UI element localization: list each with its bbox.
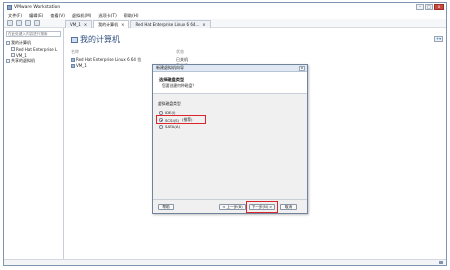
tab-close-icon[interactable]: × [121,22,124,27]
radio-sata[interactable]: SATA(A) [159,124,180,129]
menu-file[interactable]: 文件(F) [8,13,22,19]
add-vm-button[interactable]: +▾ [434,36,443,42]
tab-vm1[interactable]: VM_1 × [65,20,93,28]
dialog-header: 选择磁盘类型 您要创建何种磁盘？ [153,72,307,94]
vm-icon [71,58,75,62]
tab-label: 我的计算机 [98,21,119,27]
radio-button[interactable] [159,110,163,115]
tab-my-computer[interactable]: 我的计算机 × [93,20,130,28]
tab-strip: VM_1 × 我的计算机 × Red Hat Enterprise Linux … [65,20,212,28]
next-highlight-box [246,201,278,213]
status-bar [4,259,446,265]
tree-item-label: 共享的虚拟机 [11,58,35,63]
tab-label: VM_1 [70,22,81,27]
message-icon[interactable] [439,261,443,264]
tree-item-label: VM_1 [16,52,27,58]
fullscreen-icon[interactable] [34,20,40,26]
dialog-footer: 帮助 < 上一步(B) 下一步(N) > 取消 [153,199,307,213]
dialog-body: 虚拟磁盘类型 IDE(I) SCSI(S) (推荐) SATA(A) [153,94,307,201]
dialog-subheading: 您要创建何种磁盘？ [162,83,197,88]
dialog-title-bar: 新建虚拟机向导 [153,65,307,72]
vmware-window: VMware Workstation – □ x 文件(F) 编辑(E) 查看(… [3,2,447,266]
vm-icon [11,53,15,57]
vm-list-row[interactable]: VM_1 [71,63,87,68]
menu-tabs[interactable]: 选项卡(T) [98,13,116,19]
computer-icon [71,36,78,43]
maximize-button[interactable]: □ [425,4,433,10]
menu-help[interactable]: 帮助(H) [124,13,139,19]
vmware-app-icon [7,5,12,10]
menu-edit[interactable]: 编辑(E) [29,13,43,19]
new-vm-wizard-dialog: 新建虚拟机向导 x 选择磁盘类型 您要创建何种磁盘？ 虚拟磁盘类型 IDE(I)… [152,64,308,214]
disk-type-group-label: 虚拟磁盘类型 [158,101,181,106]
vm-tree: 我的计算机 Red Hat Enterprise L VM_1 共享的虚拟机 [6,40,57,64]
computer-icon [6,41,10,45]
radio-label: SATA(A) [165,124,180,129]
menu-vm[interactable]: 虚拟机(M) [72,13,91,19]
column-header-state[interactable]: 状态 [176,49,184,55]
cancel-button[interactable]: 取消 [280,204,297,210]
vm-icon [11,47,15,51]
menu-bar: 文件(F) 编辑(E) 查看(V) 虚拟机(M) 选项卡(T) 帮助(H) [4,12,446,19]
menu-view[interactable]: 查看(V) [50,13,65,19]
library-sidebar: 我的计算机 Red Hat Enterprise L VM_1 共享的虚拟机 [4,28,64,261]
close-button[interactable]: x [434,4,444,10]
tab-redhat[interactable]: Red Hat Enterprise Linux 6 64... × [130,20,211,28]
tree-item-label: Red Hat Enterprise L [16,46,58,52]
vm-name: VM_1 [76,63,87,68]
power-on-icon[interactable] [7,20,13,26]
back-button[interactable]: < 上一步(B) [219,204,246,210]
page-title-text: 我的计算机 [80,35,120,44]
library-search-input[interactable] [6,31,61,37]
window-title: VMware Workstation [14,5,61,10]
radio-button[interactable] [159,124,163,129]
snapshot-icon[interactable] [16,20,22,26]
dialog-title: 新建虚拟机向导 [156,65,184,70]
window-controls: – □ x [415,4,444,10]
tab-close-icon[interactable]: × [84,22,87,27]
page-title: 我的计算机 [71,34,120,45]
tree-item-shared-vms[interactable]: 共享的虚拟机 [6,58,57,64]
help-button[interactable]: 帮助 [158,204,174,210]
column-header-name[interactable]: 名称 [71,49,79,55]
tree-item-label: 我的计算机 [11,40,31,45]
tab-label: Red Hat Enterprise Linux 6 64... [135,22,200,27]
dialog-close-button[interactable]: x [299,66,305,71]
scsi-highlight-box [156,115,206,124]
minimize-button[interactable]: – [416,4,424,10]
vm-icon [71,63,75,68]
shared-folder-icon [6,59,10,63]
title-bar: VMware Workstation – □ x [4,3,446,12]
tab-close-icon[interactable]: × [202,22,205,27]
revert-snapshot-icon[interactable] [25,20,31,26]
